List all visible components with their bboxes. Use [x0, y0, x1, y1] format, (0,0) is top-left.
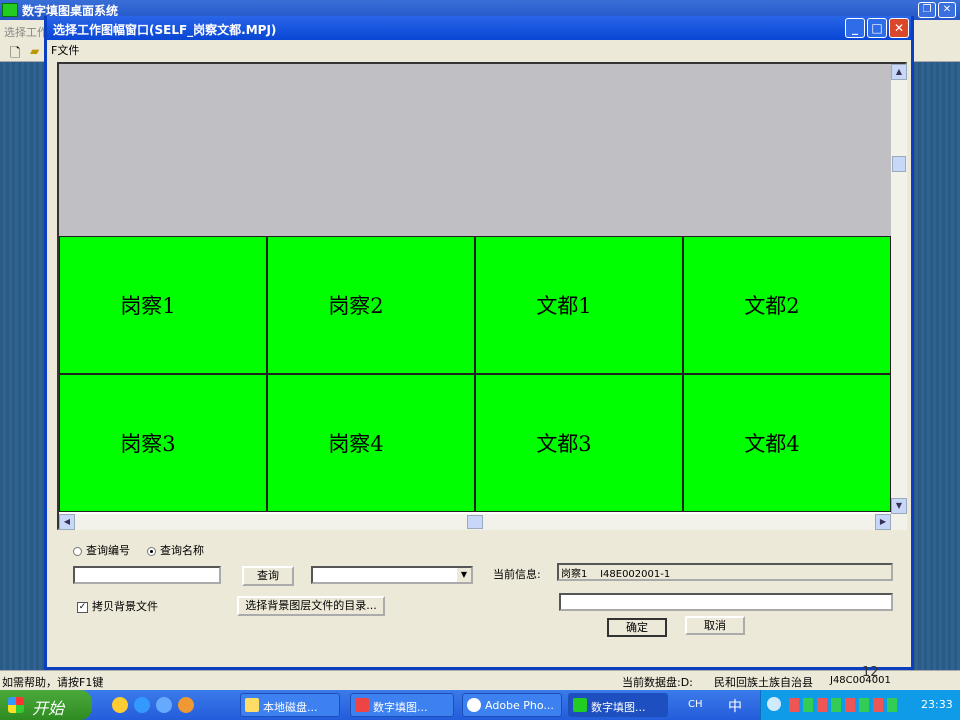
language-indicator[interactable]: CH	[688, 699, 703, 710]
open-folder-icon[interactable]: ▰	[30, 44, 39, 58]
select-sheet-dialog: 选择工作图幅窗口(SELF_岗察文都.MPJ) _ □ ✕ F文件 岗察1 岗察…	[44, 16, 914, 670]
tile-gangcha3[interactable]: 岗察3	[59, 374, 267, 512]
restore-button[interactable]: ❐	[918, 2, 936, 18]
empty-area	[59, 64, 891, 236]
scroll-right-icon[interactable]: ▶	[875, 514, 891, 530]
status-disk: 当前数据盘:D:	[622, 676, 693, 689]
menu-select-work[interactable]: 选择工作	[4, 26, 48, 39]
task-digital-mapping-2[interactable]: 数字填图...	[568, 693, 668, 717]
horizontal-scroll-thumb[interactable]	[467, 515, 483, 529]
task-local-disk[interactable]: 本地磁盘...	[240, 693, 340, 717]
path-input[interactable]	[559, 593, 893, 611]
status-county: 民和回族土族自治县	[714, 676, 813, 689]
ok-button[interactable]: 确定	[607, 618, 667, 637]
folder-icon	[245, 698, 259, 712]
system-tray: 23:33	[760, 690, 960, 720]
radio-selected-icon	[147, 546, 156, 556]
cancel-button[interactable]: 取消	[685, 616, 745, 635]
tile-gangcha1[interactable]: 岗察1	[59, 236, 267, 374]
start-button[interactable]: 开始	[0, 690, 92, 720]
status-help: 如需帮助，请按F1键	[2, 676, 104, 689]
radio-by-number[interactable]: 查询编号	[73, 542, 130, 558]
ime-indicator[interactable]: 中	[728, 696, 742, 716]
current-info-field: 岗察1 I48E002001-1	[557, 563, 893, 581]
close-button[interactable]: ✕	[889, 18, 909, 38]
tray-icons[interactable]	[789, 698, 899, 712]
result-dropdown[interactable]: ▼	[311, 566, 473, 584]
taskbar: 开始 本地磁盘... 数字填图... Adobe Pho... 数字填图... …	[0, 690, 960, 720]
app-shortcut-icon[interactable]	[178, 697, 194, 713]
browser-icon[interactable]	[156, 697, 172, 713]
menu-file[interactable]: F文件	[51, 42, 79, 58]
checkbox-label: 拷贝背景文件	[92, 600, 158, 613]
query-button[interactable]: 查询	[242, 566, 294, 586]
ie-icon[interactable]	[134, 697, 150, 713]
app-logo-icon	[2, 3, 18, 17]
radio-by-name[interactable]: 查询名称	[147, 542, 204, 558]
status-code: J48C004001	[830, 675, 891, 686]
start-label: 开始	[32, 699, 65, 718]
dialog-title: 选择工作图幅窗口(SELF_岗察文都.MPJ)	[53, 23, 277, 37]
radio-icon	[73, 546, 82, 556]
new-file-icon[interactable]: 🗋	[10, 44, 20, 66]
radio-label: 查询名称	[160, 544, 204, 557]
tray-expand-icon[interactable]	[767, 697, 781, 711]
media-player-icon[interactable]	[112, 697, 128, 713]
checkmark-icon: ✓	[77, 601, 88, 613]
chevron-down-icon[interactable]: ▼	[457, 568, 471, 582]
dialog-title-bar: 选择工作图幅窗口(SELF_岗察文都.MPJ) _ □ ✕	[47, 16, 911, 40]
windows-logo-icon	[8, 697, 24, 713]
vertical-scroll-thumb[interactable]	[892, 156, 906, 172]
search-input[interactable]	[73, 566, 221, 584]
page-number: 12	[862, 665, 879, 680]
scroll-up-icon[interactable]: ▲	[891, 64, 907, 80]
status-bar: 如需帮助，请按F1键 当前数据盘:D: 民和回族土族自治县 J48C004001…	[0, 665, 960, 690]
task-adobe-photoshop[interactable]: Adobe Pho...	[462, 693, 562, 717]
app-close-button[interactable]: ✕	[938, 2, 956, 18]
photoshop-icon	[467, 698, 481, 712]
ppt-icon	[355, 698, 369, 712]
app-icon	[573, 698, 587, 712]
radio-label: 查询编号	[86, 544, 130, 557]
tile-gangcha2[interactable]: 岗察2	[267, 236, 475, 374]
select-bg-dir-button[interactable]: 选择背景图层文件的目录...	[237, 596, 385, 616]
scroll-down-icon[interactable]: ▼	[891, 498, 907, 514]
scroll-left-icon[interactable]: ◀	[59, 514, 75, 530]
tile-wendu3[interactable]: 文都3	[475, 374, 683, 512]
tile-wendu2[interactable]: 文都2	[683, 236, 891, 374]
tile-wendu1[interactable]: 文都1	[475, 236, 683, 374]
clock: 23:33	[921, 698, 953, 711]
minimize-button[interactable]: _	[845, 18, 865, 38]
task-digital-mapping-1[interactable]: 数字填图...	[350, 693, 454, 717]
tile-gangcha4[interactable]: 岗察4	[267, 374, 475, 512]
horizontal-scrollbar[interactable]: ◀ ▶	[59, 514, 907, 530]
copy-bg-checkbox[interactable]: ✓ 拷贝背景文件	[77, 598, 158, 614]
tile-wendu4[interactable]: 文都4	[683, 374, 891, 512]
vertical-scrollbar[interactable]: ▲ ▼	[891, 64, 907, 514]
sheet-map-view[interactable]: 岗察1 岗察2 文都1 文都2 岗察3 岗察4 文都3 文都4 ▲ ▼ ◀ ▶	[57, 62, 907, 530]
current-info-label: 当前信息:	[493, 568, 541, 581]
maximize-button[interactable]: □	[867, 18, 887, 38]
